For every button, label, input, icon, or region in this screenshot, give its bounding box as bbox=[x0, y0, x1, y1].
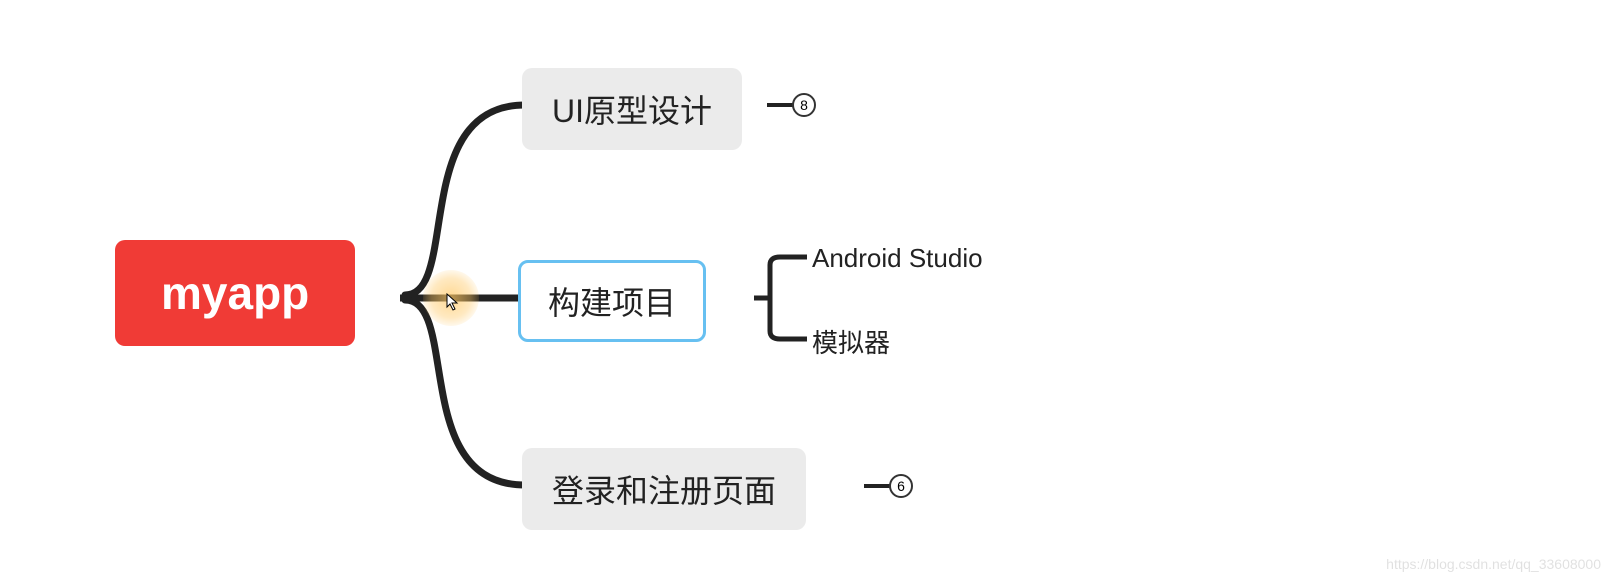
branch-label: 登录和注册页面 bbox=[552, 466, 776, 512]
leaf-label: Android Studio bbox=[812, 243, 983, 273]
branch-label: 构建项目 bbox=[548, 278, 676, 324]
leaf-label: 模拟器 bbox=[812, 328, 890, 358]
root-label: myapp bbox=[161, 266, 309, 320]
connector-line bbox=[400, 295, 530, 495]
leaf-android-studio[interactable]: Android Studio bbox=[812, 243, 983, 274]
leaf-emulator[interactable]: 模拟器 bbox=[812, 323, 890, 360]
branch-label: UI原型设计 bbox=[552, 86, 712, 132]
badge-value: 8 bbox=[800, 97, 808, 113]
branch-ui-prototype[interactable]: UI原型设计 bbox=[522, 68, 742, 150]
connector-bracket bbox=[752, 253, 812, 343]
cursor-halo bbox=[423, 270, 479, 326]
collapsed-count-badge[interactable]: 8 bbox=[792, 93, 816, 117]
badge-value: 6 bbox=[897, 478, 905, 494]
watermark-text: https://blog.csdn.net/qq_33608000 bbox=[1386, 556, 1601, 572]
connector-line bbox=[400, 95, 530, 300]
mindmap-canvas[interactable]: myapp UI原型设计 8 构建项目 Android Studio 模拟器 登… bbox=[0, 0, 1615, 578]
cursor-icon bbox=[446, 293, 462, 316]
branch-login-register[interactable]: 登录和注册页面 bbox=[522, 448, 806, 530]
root-node[interactable]: myapp bbox=[115, 240, 355, 346]
branch-build-project[interactable]: 构建项目 bbox=[518, 260, 706, 342]
collapsed-count-badge[interactable]: 6 bbox=[889, 474, 913, 498]
connector-line bbox=[400, 290, 520, 310]
